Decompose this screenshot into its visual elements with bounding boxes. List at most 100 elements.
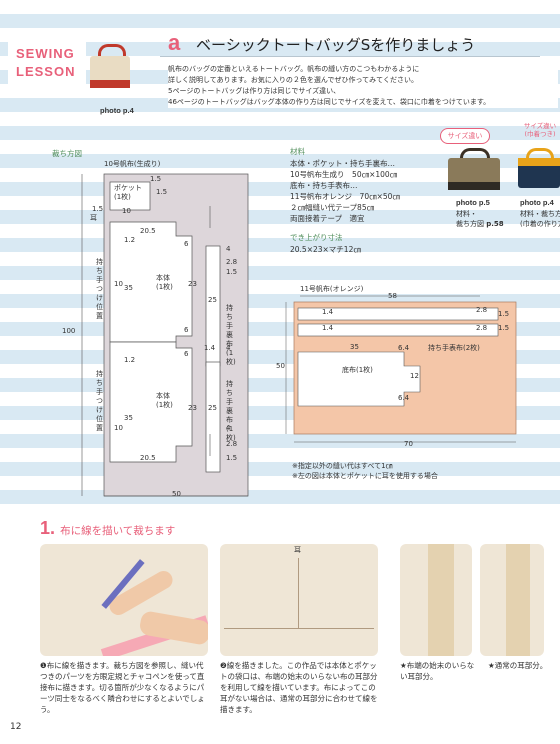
photo-selvage-finished [400,544,472,656]
dim-25: 25 [208,296,217,304]
right-photo-line1: 材料・裁ち方図 [520,210,560,218]
intro-line: 5ページのトートバッグは作り方は同じでサイズ違い、 [168,87,341,95]
body-label-2: 本体 (1枚) [156,392,173,409]
handle-outer-label: 持ち手表布(2枚) [428,344,480,352]
tote-bag-image [90,44,130,90]
dim-70: 70 [404,440,413,448]
bag-photo-left [446,148,504,194]
dim-1-5: 1.5 [498,310,510,318]
finished-size: 20.5×23×マチ12㎝ [290,245,361,254]
dim-1-5-r: 1.5 [226,268,238,276]
step-number: 1. [40,518,56,538]
dim-35: 35 [124,284,133,292]
handle-position-label-2: 持ち手つけ位置 [96,370,103,432]
note-1: ※指定以外の縫い代はすべて1㎝ [292,462,393,470]
dim-20-5-b: 20.5 [140,454,156,462]
dim-1-5-b: 1.5 [498,324,510,332]
dim-1-5-left: 1.5 [92,205,104,213]
caption-4: ★通常の耳部分。 [488,661,548,670]
right-photo-ref: photo p.4 [520,198,554,207]
left-photo-line2: 裁ち方図 p.58 [456,220,504,228]
material-line: 11号帆布オレンジ 70㎝×50㎝ [290,192,400,201]
dim-6-c: 6 [184,350,189,358]
dim-6-4: 6.4 [398,344,410,352]
badge-line2: LESSON [16,64,76,79]
caption-2: ❷線を描きました。この作品では本体とポケットの袋口は、布端の始末のいらない布の耳… [220,661,378,714]
dim-4: 4 [226,245,231,253]
dim-2-8: 2.8 [226,258,238,266]
handle-lining-label-2: 持ち手裏布 (1枚) [226,380,236,442]
section-letter: a [168,30,181,55]
photo-drawing-lines [40,544,208,656]
selvage-mark: 耳 [294,546,301,554]
dim-4-c: 4 [226,424,231,432]
dim-1-2-b: 1.2 [124,356,136,364]
intro-line: 詳しく説明してあります。お気に入りの２色を選んでぜひ作ってみてください。 [168,76,418,84]
intro-line: 46ページのトートバッグはバッグ本体の作り方は同じでサイズを変えて、袋口に巾着を… [168,98,491,106]
caption-3: ★布端の始末のいらない耳部分。 [400,661,475,681]
dim-1-4: 1.4 [322,308,334,316]
dim-6: 6 [184,240,189,248]
intro-line: 帆布のバッグの定番といえるトートバッグ。帆布の縫い方のこつもわかるように [168,65,420,73]
size-variant-tag: サイズ違い [440,128,490,144]
cut-diagram-title: 裁ち方図 [52,149,82,158]
dim-1-4-b: 1.4 [322,324,334,332]
dim-50: 50 [172,490,181,498]
dim-10-b: 10 [114,280,123,288]
orange-cut-diagram [285,295,517,443]
handle-position-label: 持ち手つけ位置 [96,258,103,320]
handle-lining-label: 持ち手裏布 (1枚) [226,304,236,366]
dim-1-4: 1.4 [204,344,216,352]
pocket-label: ポケット (1枚) [114,184,142,201]
step-header: 1. 布に線を描いて裁ちます [40,518,175,539]
selvage-mark: 耳 [90,214,97,222]
dim-12: 12 [410,372,419,380]
badge-line1: SEWING [16,46,75,61]
dim-20-5: 20.5 [140,227,156,235]
page-number: 12 [10,722,22,732]
caption-1: ❶布に線を描きます。裁ち方図を参照し、縫い代つきのパーツを方眼定規とチャコペンを… [40,661,205,714]
material-line: 底布・持ち手表布… [290,181,358,190]
note-2: ※左の図は本体とポケットに耳を使用する場合 [292,472,438,480]
materials-list: 本体・ポケット・持ち手裏布… 10号帆布生成り 50㎝×100㎝ 底布・持ち手表… [290,158,400,224]
left-photo-line1: 材料・ [456,210,477,218]
dim-50: 50 [276,362,285,370]
dim-23: 23 [188,280,197,288]
dim-1-2: 1.2 [124,236,136,244]
materials-title: 材料 [290,147,305,156]
photo-selvage-normal [480,544,544,656]
dim-1-5: 1.5 [150,175,162,183]
photo-marked-fabric: 耳 [220,544,378,656]
body-label-1: 本体 (1枚) [156,274,173,291]
dim-2-8: 2.8 [476,306,488,314]
left-photo-ref: photo p.5 [456,198,490,207]
material-line: 本体・ポケット・持ち手裏布… [290,159,395,168]
dim-23-b: 23 [188,404,197,412]
badge-photo-ref: photo p.4 [100,106,134,115]
dim-25-b: 25 [208,404,217,412]
step-title: 布に線を描いて裁ちます [60,525,176,537]
material-line: 両面接着テープ 適宜 [290,214,365,223]
dim-2-8-b: 2.8 [476,324,488,332]
dim-35-b: 35 [124,414,133,422]
bottom-label: 底布(1枚) [342,366,373,374]
dim-1-5-b: 1.5 [226,454,238,462]
header-rule [160,56,540,57]
dim-35: 35 [350,343,359,351]
dim-10: 10 [122,207,131,215]
bag-photo-right [516,148,560,194]
dim-6-4-b: 6.4 [398,394,410,402]
material-line: 10号帆布生成り 50㎝×100㎝ [290,170,398,179]
sewing-lesson-badge: SEWING LESSON [8,32,86,92]
dim-6-b: 6 [184,326,189,334]
dim-1-5: 1.5 [156,188,168,196]
dim-4-b: 4 [226,344,231,352]
finished-size-title: でき上がり寸法 [290,233,343,242]
dim-10-c: 10 [114,424,123,432]
page-title: ベーシックトートバッグSを作りましょう [196,36,476,54]
dim-58: 58 [388,292,397,300]
intro-text: 帆布のバッグの定番といえるトートバッグ。帆布の縫い方のこつもわかるように 詳しく… [168,64,558,108]
size-variant-tag-2: サイズ違い (巾着つき) [523,122,557,138]
dim-2-8-b: 2.8 [226,440,238,448]
right-photo-line2: (巾着の作り方) [520,220,560,228]
